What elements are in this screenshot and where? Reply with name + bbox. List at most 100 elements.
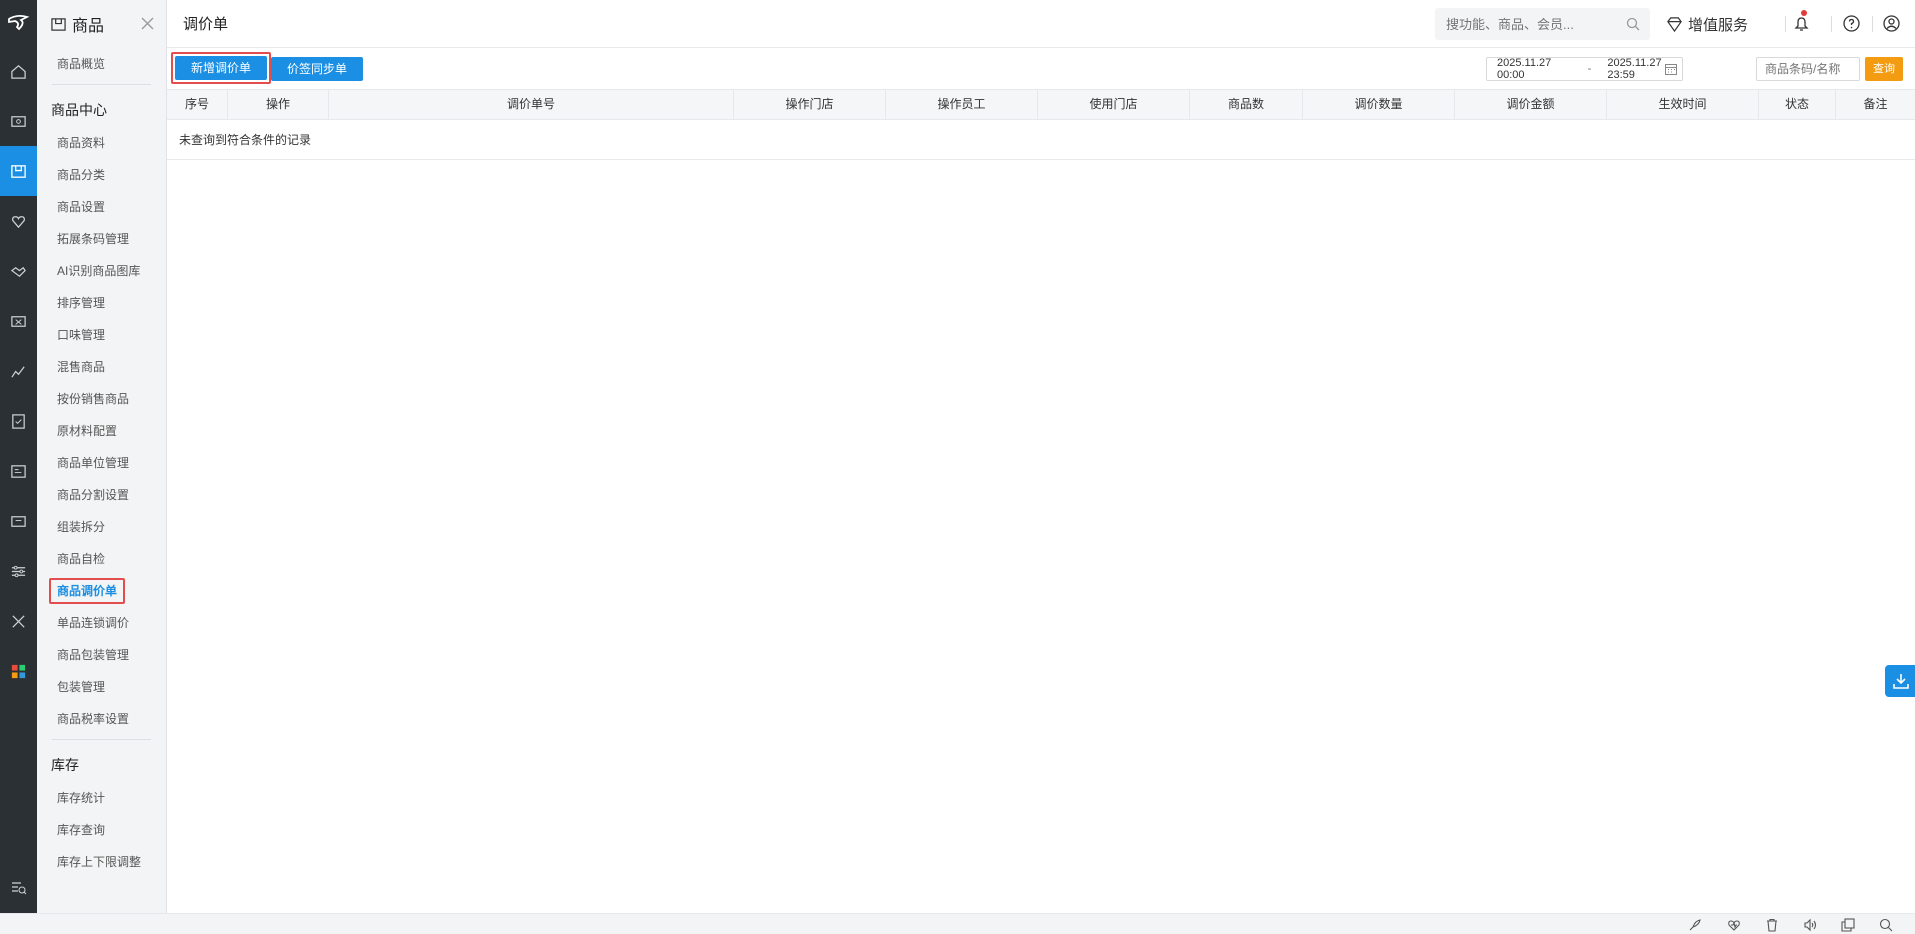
- chart-icon: [11, 365, 25, 378]
- date-start: 2025.11.27 00:00: [1497, 57, 1552, 81]
- column-header: 调价单号: [329, 90, 734, 119]
- submenu-header: 商品: [37, 0, 166, 48]
- column-header: 操作: [228, 90, 329, 119]
- nav-tools[interactable]: [0, 596, 37, 646]
- nav-device[interactable]: [0, 496, 37, 546]
- submenu-item-price-adjust[interactable]: 商品调价单: [37, 575, 166, 607]
- app-logo[interactable]: [0, 0, 37, 46]
- submenu-item[interactable]: 组装拆分: [37, 511, 166, 543]
- box-icon: [51, 17, 66, 31]
- column-header: 调价金额: [1455, 90, 1607, 119]
- nav-cashier[interactable]: [0, 96, 37, 146]
- add-button-highlight: 新增调价单: [171, 52, 272, 84]
- close-icon[interactable]: [141, 17, 154, 30]
- submenu-item[interactable]: 排序管理: [37, 287, 166, 319]
- submenu-item[interactable]: 商品设置: [37, 191, 166, 223]
- bell-icon[interactable]: [1792, 14, 1811, 33]
- copy-icon[interactable]: [1841, 918, 1855, 932]
- trash-icon[interactable]: [1765, 918, 1779, 932]
- nav-report[interactable]: [0, 346, 37, 396]
- submenu-item[interactable]: 拓展条码管理: [37, 223, 166, 255]
- rocket-icon[interactable]: [1688, 918, 1702, 932]
- submenu-item[interactable]: 商品分割设置: [37, 479, 166, 511]
- active-item-label: 商品调价单: [49, 578, 126, 604]
- download-icon: [1893, 674, 1909, 689]
- nav-apps[interactable]: [0, 646, 37, 696]
- health-icon[interactable]: [1727, 918, 1741, 932]
- tools-icon: [12, 614, 25, 628]
- divider: [52, 739, 151, 740]
- value-added-service[interactable]: 增值服务: [1666, 14, 1748, 35]
- price-adjust-table: 序号 操作 调价单号 操作门店 操作员工 使用门店 商品数 调价数量 调价金额 …: [167, 89, 1915, 160]
- goods-search-input[interactable]: [1756, 57, 1860, 81]
- query-button[interactable]: 查询: [1865, 57, 1903, 81]
- device-icon: [11, 515, 26, 527]
- logo-icon: [7, 14, 29, 31]
- submenu-item[interactable]: 按份销售商品: [37, 383, 166, 415]
- column-header: 使用门店: [1038, 90, 1190, 119]
- document-icon: [12, 413, 25, 429]
- empty-state: 未查询到符合条件的记录: [167, 120, 1915, 160]
- divider: [1785, 16, 1786, 32]
- nav-rail: [0, 0, 37, 913]
- global-search[interactable]: [1435, 8, 1650, 40]
- nav-card[interactable]: [0, 446, 37, 496]
- add-price-adjust-button[interactable]: 新增调价单: [175, 56, 268, 80]
- divider: [52, 84, 151, 85]
- table-header: 序号 操作 调价单号 操作门店 操作员工 使用门店 商品数 调价数量 调价金额 …: [167, 89, 1915, 120]
- submenu-item[interactable]: 单品连锁调价: [37, 607, 166, 639]
- column-header: 状态: [1759, 90, 1836, 119]
- sliders-icon: [11, 565, 26, 577]
- module-title: 商品: [72, 18, 105, 35]
- download-button[interactable]: [1885, 665, 1915, 697]
- sub-menu: 商品 商品概览 商品中心 商品资料 商品分类 商品设置 拓展条码管理 AI识别商…: [37, 0, 167, 913]
- search-icon[interactable]: [1879, 918, 1893, 932]
- submenu-item-overview[interactable]: 商品概览: [37, 48, 166, 80]
- price-tag-sync-button[interactable]: 价签同步单: [271, 57, 364, 81]
- divider: [1831, 16, 1832, 32]
- submenu-item[interactable]: 商品资料: [37, 127, 166, 159]
- nav-goods[interactable]: [0, 146, 37, 196]
- home-icon: [11, 64, 26, 79]
- submenu-group-center: 商品中心: [51, 102, 107, 118]
- notification-dot: [1801, 10, 1807, 16]
- handshake-icon: [10, 266, 26, 277]
- search-input[interactable]: [1435, 8, 1615, 40]
- submenu-item[interactable]: 库存上下限调整: [37, 846, 166, 878]
- heart-icon: [12, 215, 25, 228]
- submenu-item[interactable]: 库存查询: [37, 814, 166, 846]
- submenu-item[interactable]: 原材料配置: [37, 415, 166, 447]
- nav-menu-search[interactable]: [0, 873, 37, 903]
- column-header: 备注: [1863, 97, 1888, 111]
- submenu-item[interactable]: 混售商品: [37, 351, 166, 383]
- submenu-item[interactable]: 包装管理: [37, 671, 166, 703]
- date-range-picker[interactable]: 2025.11.27 00:00 - 2025.11.27 23:59: [1486, 57, 1683, 81]
- volume-icon[interactable]: [1803, 918, 1817, 932]
- nav-handshake[interactable]: [0, 246, 37, 296]
- submenu-item[interactable]: 商品自检: [37, 543, 166, 575]
- date-separator: -: [1587, 63, 1592, 75]
- submenu-item[interactable]: 口味管理: [37, 319, 166, 351]
- submenu-item[interactable]: 库存统计: [37, 782, 166, 814]
- user-icon[interactable]: [1882, 14, 1901, 33]
- nav-coupon[interactable]: [0, 296, 37, 346]
- submenu-item[interactable]: 商品单位管理: [37, 447, 166, 479]
- column-header: 操作员工: [886, 90, 1038, 119]
- nav-settings[interactable]: [0, 546, 37, 596]
- help-icon[interactable]: [1842, 14, 1861, 33]
- nav-home[interactable]: [0, 46, 37, 96]
- toolbar: 新增调价单 价签同步单 2025.11.27 00:00 - 2025.11.2…: [167, 49, 1915, 89]
- divider: [1872, 16, 1873, 32]
- menu-search-icon: [11, 882, 26, 895]
- submenu-item[interactable]: 商品包装管理: [37, 639, 166, 671]
- column-header: 操作门店: [734, 90, 886, 119]
- submenu-item[interactable]: 商品税率设置: [37, 703, 166, 735]
- value-added-label: 增值服务: [1688, 17, 1749, 34]
- submenu-item[interactable]: 商品分类: [37, 159, 166, 191]
- status-bar: [0, 913, 1915, 934]
- submenu-item[interactable]: AI识别商品图库: [37, 255, 166, 287]
- nav-document[interactable]: [0, 396, 37, 446]
- nav-member[interactable]: [0, 196, 37, 246]
- box-icon: [11, 164, 26, 178]
- search-icon[interactable]: [1626, 17, 1640, 31]
